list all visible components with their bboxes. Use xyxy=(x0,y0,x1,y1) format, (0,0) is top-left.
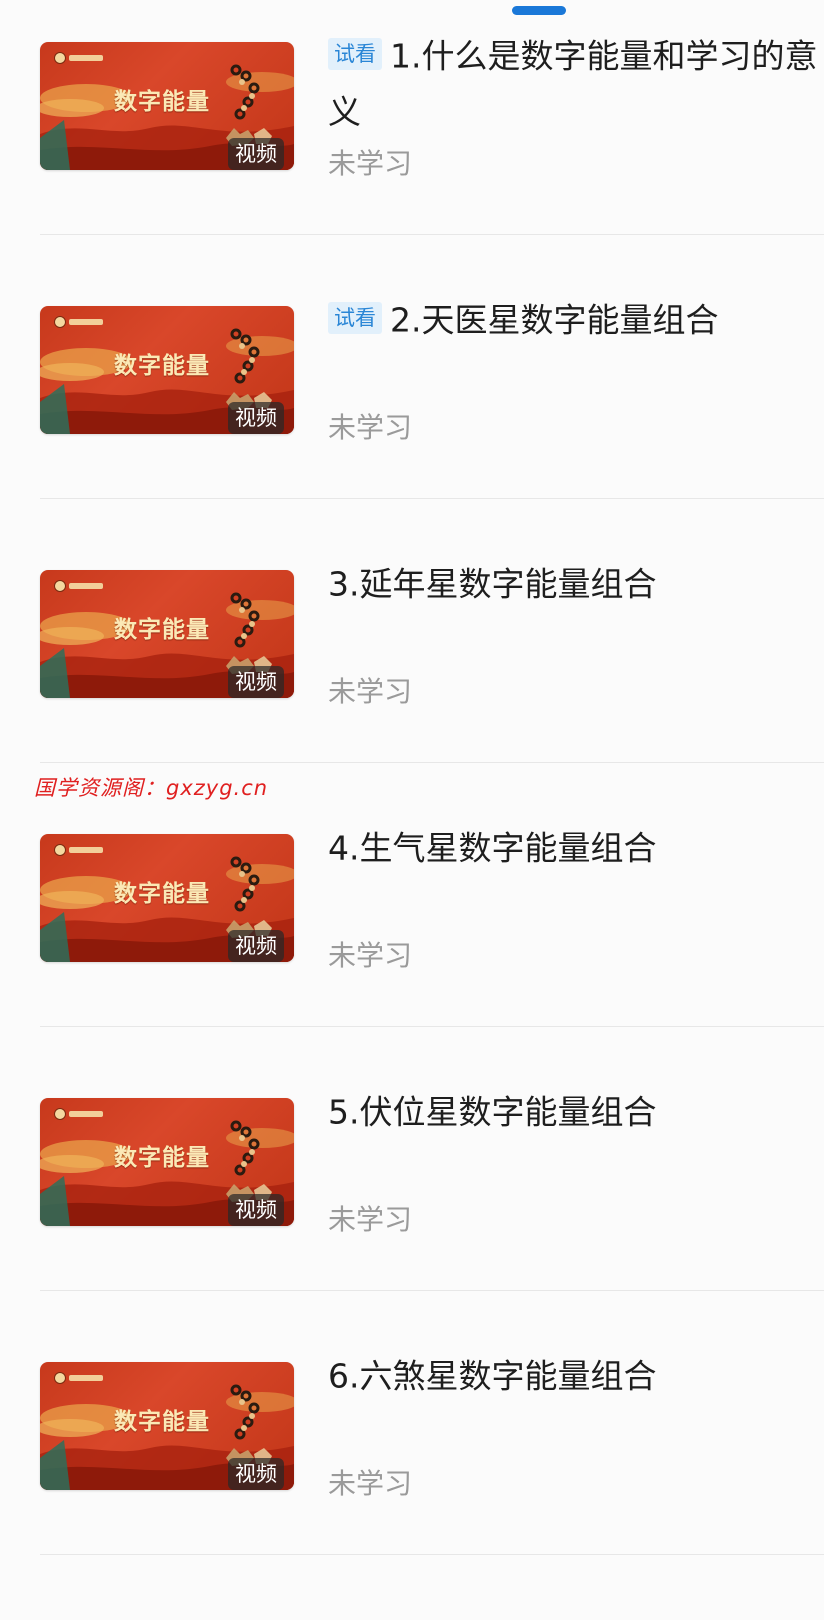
lesson-title[interactable]: 试看 2.天医星数字能量组合 xyxy=(328,292,824,348)
logo-emblem-icon xyxy=(54,844,66,856)
logo-emblem-icon xyxy=(54,1372,66,1384)
logo-emblem-icon xyxy=(54,1108,66,1120)
logo-emblem-icon xyxy=(54,316,66,328)
lesson-status: 未学习 xyxy=(328,147,413,180)
lesson-status: 未学习 xyxy=(328,1203,413,1236)
lesson-status: 未学习 xyxy=(328,939,413,972)
thumbnail-title: 数字能量 xyxy=(114,352,210,379)
lesson-status: 未学习 xyxy=(328,1467,413,1500)
lesson-item[interactable]: 数字能量 视频 试看 1.什么是数字能量和学习的意义未学习 xyxy=(0,0,824,252)
thumbnail-title: 数字能量 xyxy=(114,616,210,643)
lesson-title[interactable]: 3.延年星数字能量组合 xyxy=(328,556,824,612)
lesson-item[interactable]: 数字能量 视频 试看 2.天医星数字能量组合未学习 xyxy=(0,244,824,516)
lesson-title-text: 2.天医星数字能量组合 xyxy=(390,300,719,340)
thumbnail-logo xyxy=(54,50,106,66)
lesson-title[interactable]: 4.生气星数字能量组合 xyxy=(328,820,824,876)
video-badge: 视频 xyxy=(228,1458,284,1490)
thumbnail-title: 数字能量 xyxy=(114,1408,210,1435)
thumbnail-title: 数字能量 xyxy=(114,880,210,907)
lesson-status: 未学习 xyxy=(328,411,413,444)
video-badge: 视频 xyxy=(228,930,284,962)
row-divider xyxy=(40,1026,824,1027)
row-divider xyxy=(40,498,824,499)
video-badge: 视频 xyxy=(228,402,284,434)
lesson-thumbnail[interactable]: 数字能量 视频 xyxy=(40,834,294,962)
thumbnail-logo xyxy=(54,1106,106,1122)
logo-text-mark xyxy=(69,1111,103,1117)
logo-text-mark xyxy=(69,55,103,61)
lesson-title[interactable]: 6.六煞星数字能量组合 xyxy=(328,1348,824,1404)
lesson-item[interactable]: 数字能量 视频 4.生气星数字能量组合未学习 xyxy=(0,772,824,1044)
lesson-thumbnail[interactable]: 数字能量 视频 xyxy=(40,1362,294,1490)
row-divider xyxy=(40,762,824,763)
video-badge: 视频 xyxy=(228,1194,284,1226)
thumbnail-logo xyxy=(54,1370,106,1386)
row-divider xyxy=(40,1290,824,1291)
lesson-title-text: 5.伏位星数字能量组合 xyxy=(328,1092,657,1132)
logo-text-mark xyxy=(69,583,103,589)
logo-emblem-icon xyxy=(54,52,66,64)
thumbnail-title: 数字能量 xyxy=(114,1144,210,1171)
lesson-title-text: 3.延年星数字能量组合 xyxy=(328,564,657,604)
thumbnail-logo xyxy=(54,314,106,330)
row-divider xyxy=(40,1554,824,1555)
logo-text-mark xyxy=(69,319,103,325)
row-divider xyxy=(40,234,824,235)
lesson-thumbnail[interactable]: 数字能量 视频 xyxy=(40,570,294,698)
lesson-item[interactable]: 数字能量 视频 3.延年星数字能量组合未学习 xyxy=(0,508,824,780)
thumbnail-logo xyxy=(54,842,106,858)
lesson-status: 未学习 xyxy=(328,675,413,708)
lesson-thumbnail[interactable]: 数字能量 视频 xyxy=(40,42,294,170)
thumbnail-title: 数字能量 xyxy=(114,88,210,115)
lesson-title-text: 6.六煞星数字能量组合 xyxy=(328,1356,657,1396)
trial-tag: 试看 xyxy=(328,37,382,70)
lesson-item[interactable]: 数字能量 视频 6.六煞星数字能量组合未学习 xyxy=(0,1300,824,1572)
logo-text-mark xyxy=(69,1375,103,1381)
lesson-thumbnail[interactable]: 数字能量 视频 xyxy=(40,1098,294,1226)
thumbnail-logo xyxy=(54,578,106,594)
video-badge: 视频 xyxy=(228,138,284,170)
lesson-title[interactable]: 5.伏位星数字能量组合 xyxy=(328,1084,824,1140)
logo-emblem-icon xyxy=(54,580,66,592)
lesson-title-text: 4.生气星数字能量组合 xyxy=(328,828,657,868)
watermark-text: 国学资源阁：gxzyg.cn xyxy=(34,776,269,800)
trial-tag: 试看 xyxy=(328,301,382,334)
logo-text-mark xyxy=(69,847,103,853)
course-lesson-list-page: 数字能量 视频 试看 1.什么是数字能量和学习的意义 未学习 数字能量 视频 试… xyxy=(0,0,824,1620)
lesson-title[interactable]: 试看 1.什么是数字能量和学习的意义 xyxy=(328,28,824,139)
lesson-thumbnail[interactable]: 数字能量 视频 xyxy=(40,306,294,434)
lesson-title-text: 1.什么是数字能量和学习的意义 xyxy=(328,36,818,132)
lesson-item[interactable]: 数字能量 视频 5.伏位星数字能量组合未学习 xyxy=(0,1036,824,1308)
video-badge: 视频 xyxy=(228,666,284,698)
